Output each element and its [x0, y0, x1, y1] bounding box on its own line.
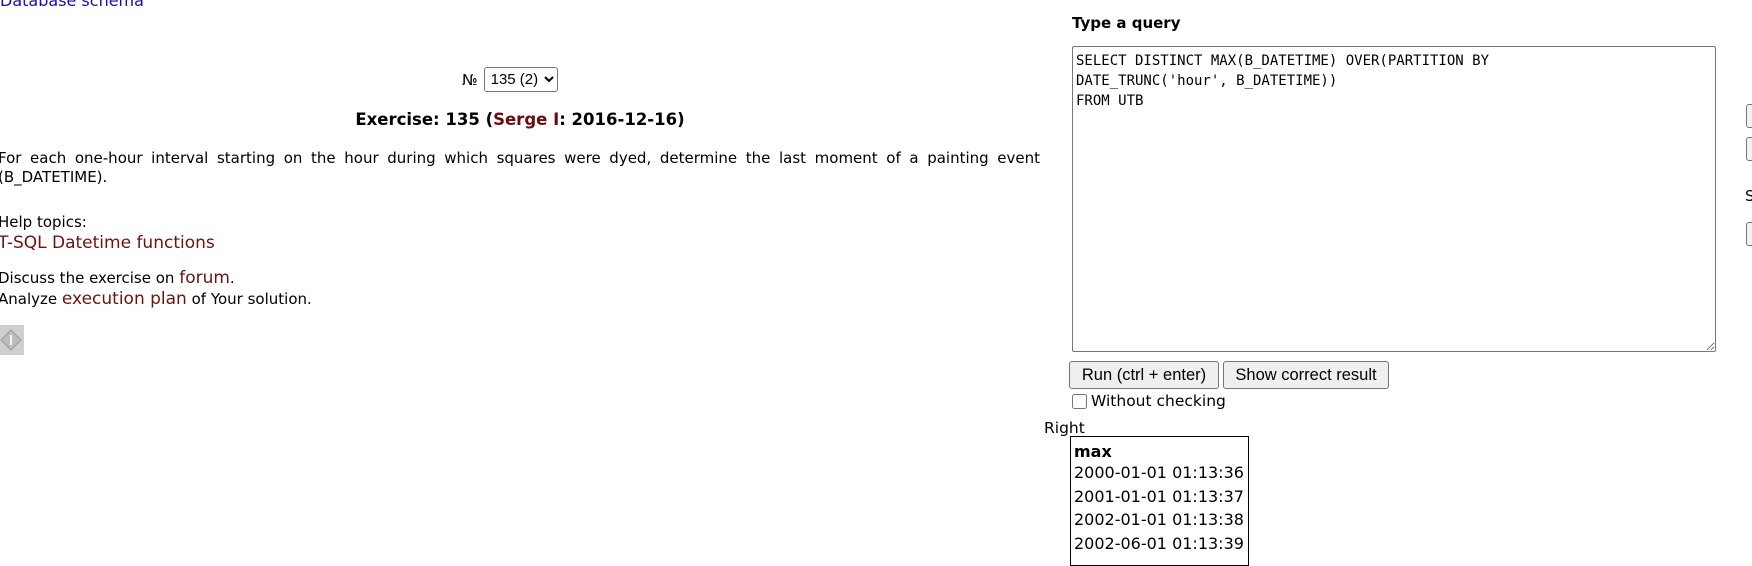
forum-link[interactable]: forum	[179, 268, 230, 288]
analyze-suffix: of Your solution.	[186, 290, 312, 308]
database-schema-link[interactable]: Database schema	[0, 0, 144, 10]
run-button[interactable]: Run (ctrl + enter)	[1069, 361, 1219, 389]
exercise-number-label: №	[462, 70, 478, 89]
table-row: 2000-01-01 01:13:36	[1074, 463, 1244, 482]
analyze-line: Analyze execution plan of Your solution.	[0, 289, 312, 309]
execution-plan-link[interactable]: execution plan	[62, 289, 187, 309]
result-table: max 2000-01-01 01:13:36 2001-01-01 01:13…	[1070, 436, 1249, 566]
show-correct-result-button[interactable]: Show correct result	[1223, 361, 1389, 389]
query-input[interactable]: SELECT DISTINCT MAX(B_DATETIME) OVER(PAR…	[1072, 46, 1716, 352]
edge-button-3[interactable]	[1746, 222, 1752, 246]
exercise-description: For each one-hour interval starting on t…	[0, 149, 1040, 186]
exercise-title-suffix: : 2016-12-16)	[559, 110, 685, 129]
edge-button-1[interactable]	[1746, 104, 1752, 128]
without-checking-option[interactable]: Without checking	[1072, 392, 1226, 410]
exercise-title: Exercise: 135 (Serge I: 2016-12-16)	[0, 110, 1040, 129]
exercise-select[interactable]: 135 (2)	[483, 67, 558, 92]
without-checking-label: Without checking	[1091, 392, 1226, 410]
result-column-header: max	[1074, 442, 1112, 461]
without-checking-checkbox[interactable]	[1072, 393, 1087, 409]
analyze-prefix: Analyze	[0, 290, 62, 308]
info-diamond-icon[interactable]	[0, 325, 24, 355]
help-topics-label: Help topics:	[0, 213, 87, 231]
query-label: Type a query	[1072, 14, 1181, 32]
exercise-selector: № 135 (2)	[462, 67, 558, 92]
discuss-line: Discuss the exercise on forum.	[0, 268, 235, 288]
discuss-suffix: .	[229, 269, 235, 287]
discuss-prefix: Discuss the exercise on	[0, 269, 180, 287]
table-row: 2002-01-01 01:13:38	[1074, 510, 1244, 529]
help-topic-link[interactable]: T-SQL Datetime functions	[0, 233, 215, 253]
edge-button-2[interactable]	[1746, 137, 1752, 161]
author-link[interactable]: Serge I	[493, 110, 559, 129]
exercise-title-prefix: Exercise: 135 (	[355, 110, 494, 129]
edge-label: S	[1745, 187, 1752, 205]
table-row: 2001-01-01 01:13:37	[1074, 486, 1244, 506]
result-status-label: Right	[1044, 419, 1085, 437]
table-row: 2002-06-01 01:13:39	[1074, 533, 1244, 553]
